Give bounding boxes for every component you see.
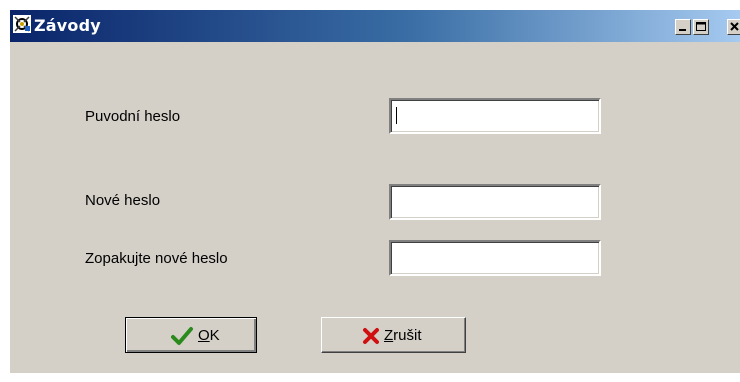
confirm-password-label: Zopakujte nové heslo — [85, 250, 228, 267]
close-icon — [730, 22, 739, 31]
new-password-label: Nové heslo — [85, 192, 161, 209]
confirm-password-field[interactable] — [389, 240, 601, 276]
ok-label: OK — [198, 327, 220, 344]
text-caret — [396, 107, 397, 124]
minimize-button[interactable] — [675, 19, 691, 35]
old-password-field[interactable] — [389, 98, 601, 134]
gear-wrench-icon — [13, 15, 31, 33]
old-password-label: Puvodní heslo — [85, 108, 181, 125]
red-x-icon — [362, 327, 380, 350]
new-password-field[interactable] — [389, 184, 601, 220]
cancel-button[interactable]: Zrušit — [321, 317, 466, 353]
maximize-button[interactable] — [693, 19, 709, 35]
title-bar[interactable]: Závody — [10, 10, 740, 42]
close-button[interactable] — [727, 19, 740, 35]
maximize-icon — [696, 22, 706, 31]
checkmark-icon — [171, 326, 193, 351]
minimize-icon — [679, 29, 686, 31]
cancel-label: Zrušit — [384, 327, 422, 344]
ok-button[interactable]: OK — [125, 317, 257, 353]
window-title: Závody — [34, 16, 101, 35]
